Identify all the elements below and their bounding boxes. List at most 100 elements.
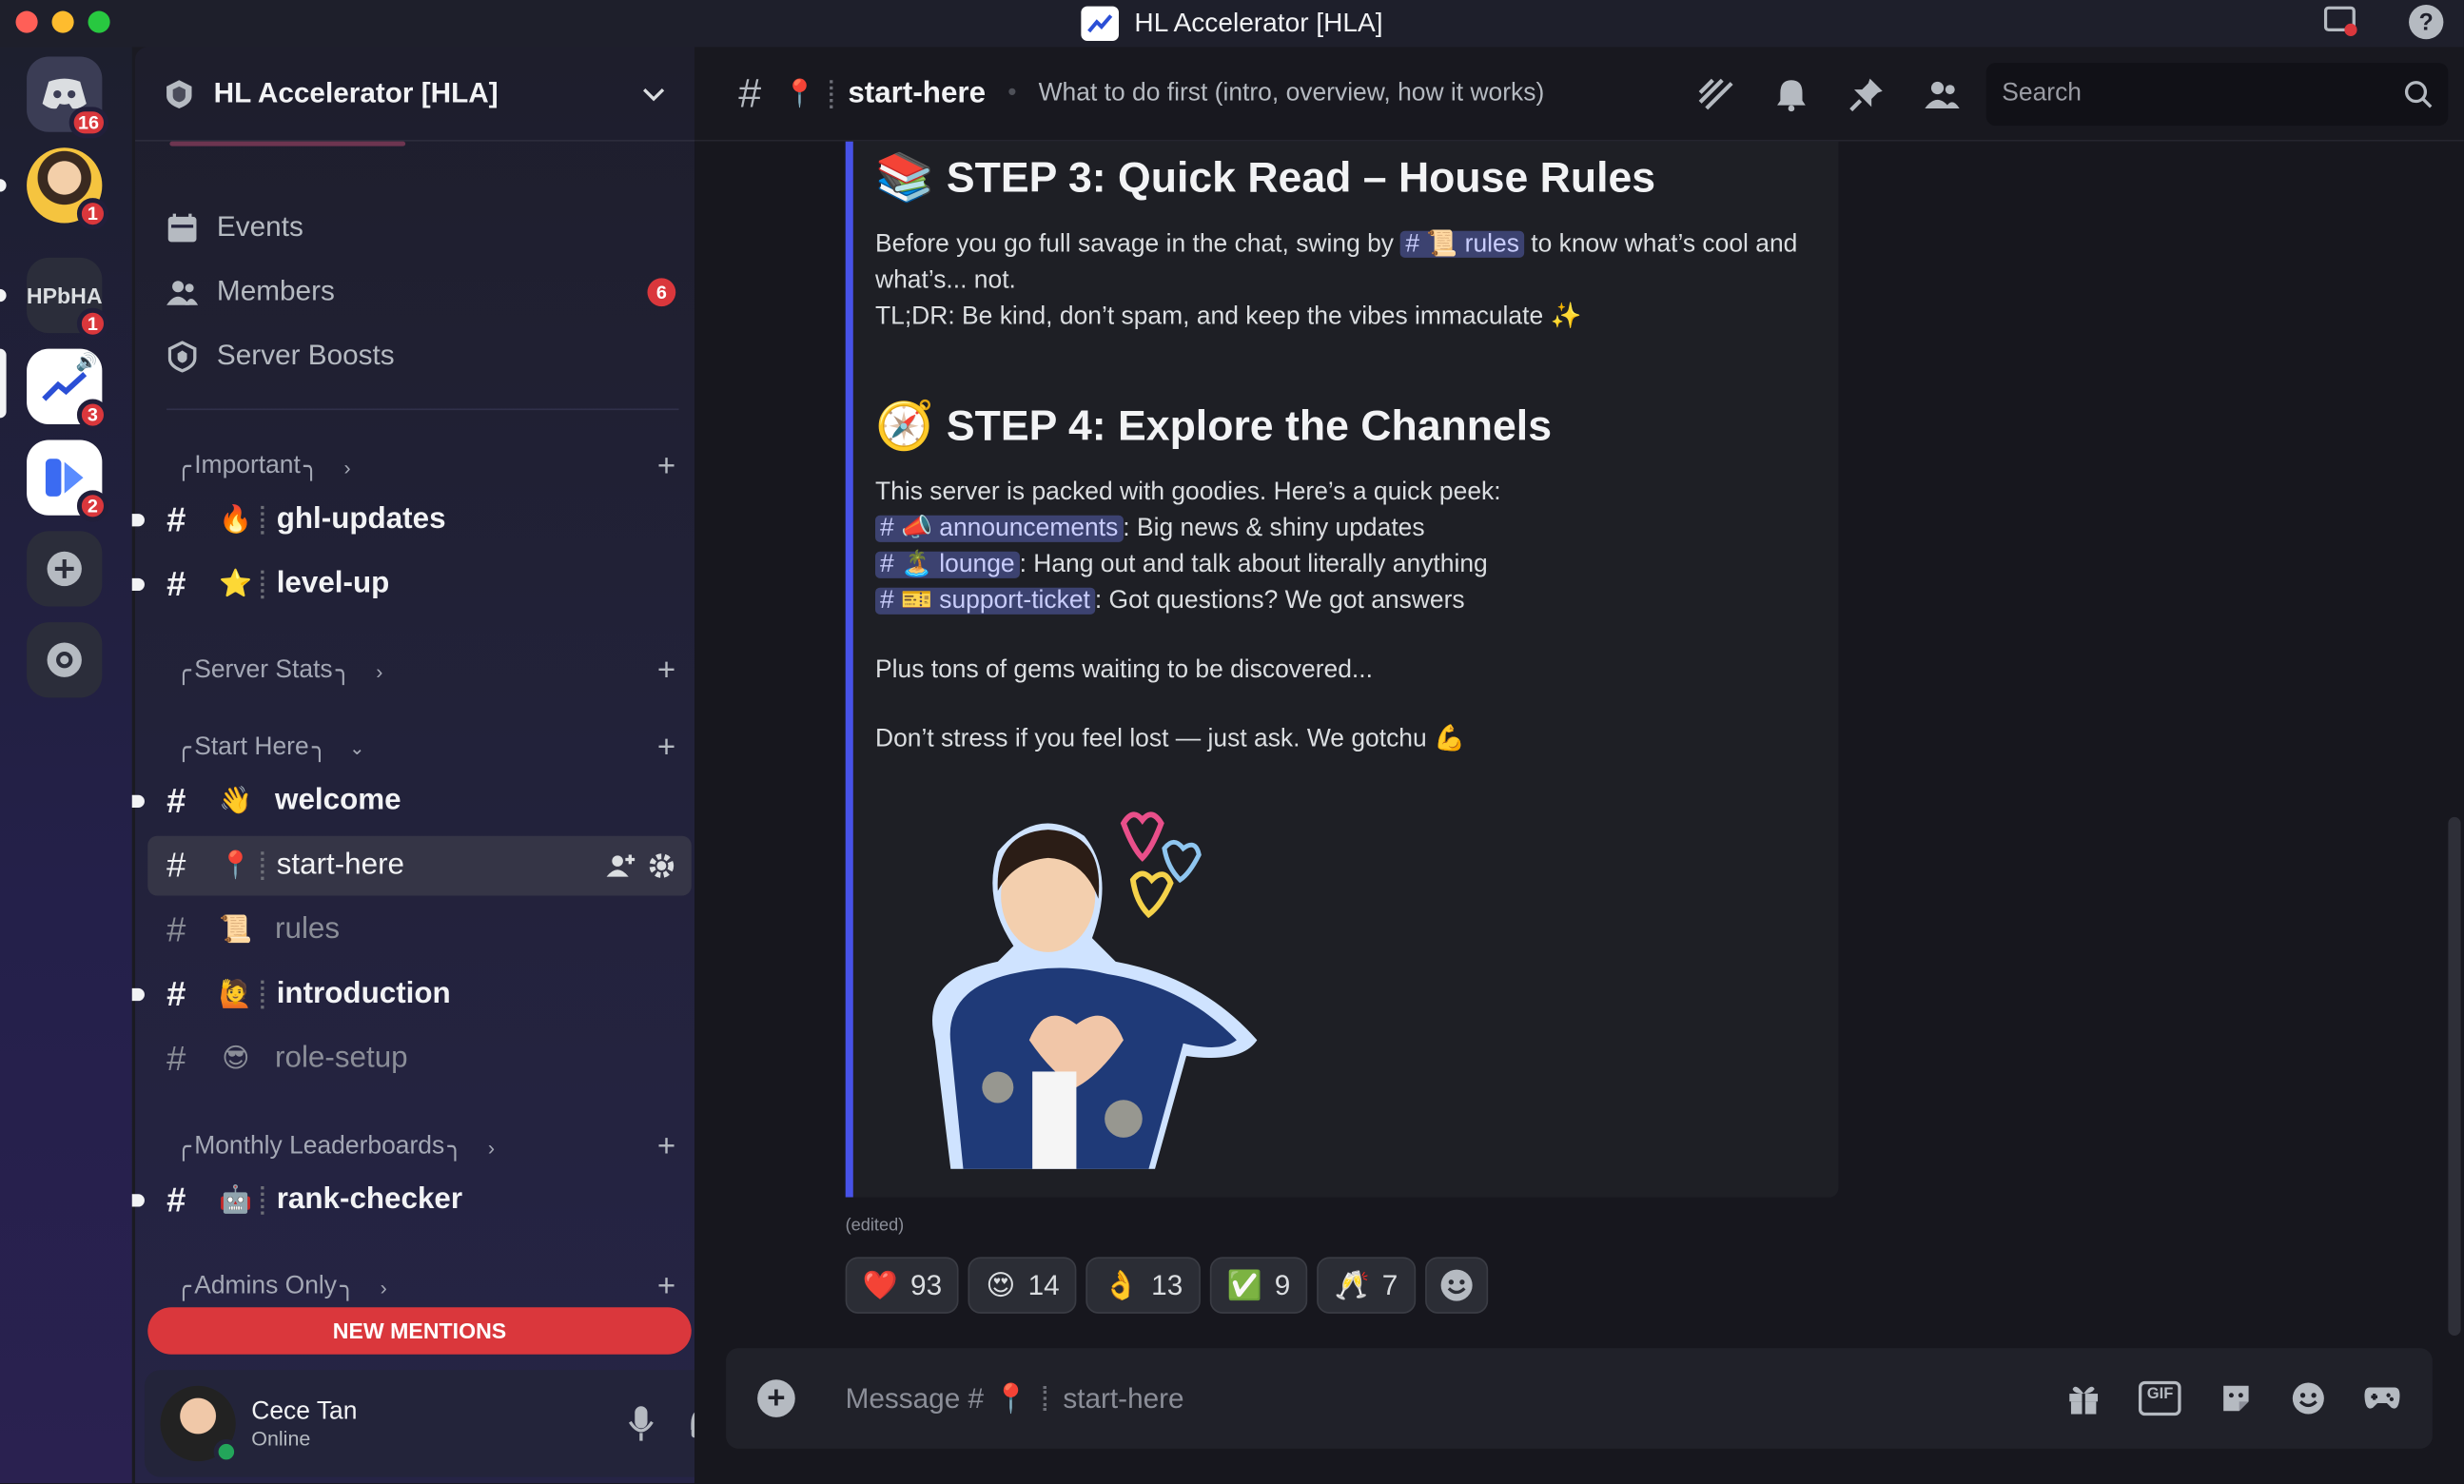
channel-introduction[interactable]: # 🙋 introduction [131, 965, 691, 1025]
reaction-count: 13 [1151, 1268, 1183, 1300]
new-mentions-button[interactable]: NEW MENTIONS [147, 1307, 692, 1355]
svg-text:?: ? [2419, 10, 2434, 35]
sticker-image[interactable] [888, 805, 1264, 1169]
reaction-heart[interactable]: ❤️ 93 [845, 1257, 960, 1314]
calendar-icon [166, 211, 198, 243]
channel-level-up[interactable]: # ⭐ level-up [131, 555, 691, 615]
dm-unread-badge: 16 [68, 107, 108, 139]
cheers-icon: 🥂 [1334, 1268, 1370, 1300]
channel-role-setup[interactable]: # 😎 role-setup [147, 1029, 691, 1089]
add-channel-icon[interactable]: + [657, 730, 675, 766]
unread-indicator [131, 794, 145, 808]
help-icon[interactable]: ? [2407, 3, 2445, 41]
server-hl-accelerator[interactable]: 🔊 3 [27, 348, 108, 431]
nav-members-label: Members [216, 275, 335, 307]
rules-channel-mention[interactable]: # 📜 rules [1400, 230, 1524, 258]
gif-icon[interactable]: GIF [2139, 1380, 2181, 1416]
channel-topic[interactable]: What to do first (intro, overview, how i… [1039, 79, 1545, 107]
separator [261, 1186, 264, 1215]
channel-name: introduction [276, 977, 451, 1011]
support-ticket-desc: : Got questions? We got answers [1094, 587, 1465, 615]
member-list-icon[interactable] [1924, 74, 1962, 112]
gear-icon[interactable] [648, 851, 676, 880]
sticker-icon[interactable] [2219, 1381, 2253, 1416]
reaction-count: 7 [1381, 1268, 1398, 1300]
edited-label: (edited) [845, 1216, 905, 1236]
direct-messages-button[interactable]: 16 [27, 56, 108, 139]
inbox-icon[interactable] [2322, 3, 2360, 41]
chevron-down-icon[interactable] [641, 86, 666, 102]
reaction-heart-eyes[interactable]: 😍 14 [968, 1257, 1077, 1314]
unread-pill [0, 179, 7, 192]
upload-plus-icon[interactable]: + [757, 1379, 795, 1417]
gift-icon[interactable] [2067, 1381, 2102, 1416]
step3-title: STEP 3: Quick Read – House Rules [946, 153, 1656, 202]
unread-pill [0, 288, 7, 303]
channel-rules[interactable]: # 📜 rules [147, 900, 691, 960]
emoji-icon[interactable] [2291, 1381, 2325, 1416]
add-channel-icon[interactable]: + [657, 653, 675, 689]
message-composer[interactable]: + Message # 📍 start-here GIF [726, 1348, 2433, 1449]
microphone-icon[interactable] [628, 1405, 654, 1443]
threads-icon[interactable] [1697, 74, 1735, 112]
close-window-button[interactable] [15, 10, 38, 33]
reaction-check[interactable]: ✅ 9 [1209, 1257, 1308, 1314]
category-admins-only[interactable]: ╭ Admins Only ╮ › + [176, 1269, 675, 1305]
reaction-cheers[interactable]: 🥂 7 [1317, 1257, 1416, 1314]
zoom-window-button[interactable] [88, 10, 110, 33]
category-important[interactable]: ╭ Important ╮ › + [176, 449, 675, 485]
rules-mention-label: rules [1464, 230, 1519, 258]
category-server-stats[interactable]: ╭ Server Stats ╮ › + [176, 653, 675, 689]
search-input[interactable]: Search [1985, 62, 2449, 126]
scrollbar[interactable] [2448, 816, 2461, 1336]
add-channel-icon[interactable]: + [657, 1129, 675, 1165]
avatar[interactable] [160, 1385, 240, 1465]
channel-name: rules [275, 912, 341, 947]
reaction-ok-hand[interactable]: 👌 13 [1085, 1257, 1201, 1314]
members-badge: 6 [647, 277, 676, 306]
add-server-button[interactable] [27, 531, 103, 607]
channel-rank-checker[interactable]: # 🤖 rank-checker [131, 1171, 691, 1231]
add-channel-icon[interactable]: + [657, 449, 675, 485]
add-reaction-button[interactable] [1424, 1257, 1488, 1314]
support-ticket-mention[interactable]: # 🎫 support-ticket [874, 588, 1095, 615]
announcements-mention[interactable]: # 📣 announcements [874, 515, 1124, 542]
message-area: 📚 STEP 3: Quick Read – House Rules Befor… [694, 141, 2464, 1484]
message-input[interactable]: Message # 📍 start-here [846, 1382, 1184, 1416]
robot-icon: 🤖 [219, 1184, 253, 1215]
titlebar-actions: ? [2322, 3, 2445, 41]
add-member-icon[interactable] [606, 853, 636, 878]
nav-members[interactable]: Members 6 [166, 275, 676, 308]
channel-welcome[interactable]: # 👋 welcome [131, 771, 691, 831]
search-icon [2404, 80, 2433, 107]
minimize-window-button[interactable] [51, 10, 74, 33]
category-start-here[interactable]: ╭ Start Here ╮ ⌄ + [176, 730, 675, 766]
gamepad-icon[interactable] [2363, 1381, 2401, 1413]
wave-icon: 👋 [219, 785, 253, 816]
separator [261, 980, 264, 1009]
separator [1044, 1385, 1047, 1412]
server-avatar-1[interactable]: 1 [27, 147, 108, 230]
separator [261, 505, 264, 535]
reactions-bar: ❤️ 93 😍 14 👌 13 ✅ 9 🥂 7 [845, 1257, 1488, 1314]
step4-title: STEP 4: Explore the Channels [946, 401, 1553, 450]
nav-events[interactable]: Events [166, 210, 303, 244]
discover-button[interactable] [27, 622, 103, 698]
channel-name: ghl-updates [276, 502, 446, 537]
ok-hand-icon: 👌 [1103, 1268, 1139, 1300]
guild-header[interactable]: HL Accelerator [HLA] [135, 48, 695, 142]
category-monthly-leaderboards[interactable]: ╭ Monthly Leaderboards ╮ › + [176, 1129, 675, 1165]
channel-start-here[interactable]: # 📍 start-here [147, 835, 692, 896]
chevron-right-icon: › [380, 1275, 387, 1299]
server-blue-logo[interactable]: 2 [27, 439, 108, 522]
channel-ghl-updates[interactable]: # 🔥 ghl-updates [131, 490, 691, 550]
server-hpbha[interactable]: HPbHA 1 [27, 257, 108, 340]
accelerator-logo-icon [42, 371, 88, 401]
bell-icon[interactable] [1772, 74, 1810, 112]
nav-server-boosts[interactable]: Server Boosts [166, 340, 395, 373]
pin-messages-icon[interactable] [1848, 74, 1886, 112]
user-info[interactable]: Cece Tan Online [251, 1397, 357, 1450]
channel-title: start-here [848, 76, 987, 109]
add-channel-icon[interactable]: + [657, 1269, 675, 1305]
lounge-mention[interactable]: # 🏝️ lounge [874, 551, 1020, 578]
